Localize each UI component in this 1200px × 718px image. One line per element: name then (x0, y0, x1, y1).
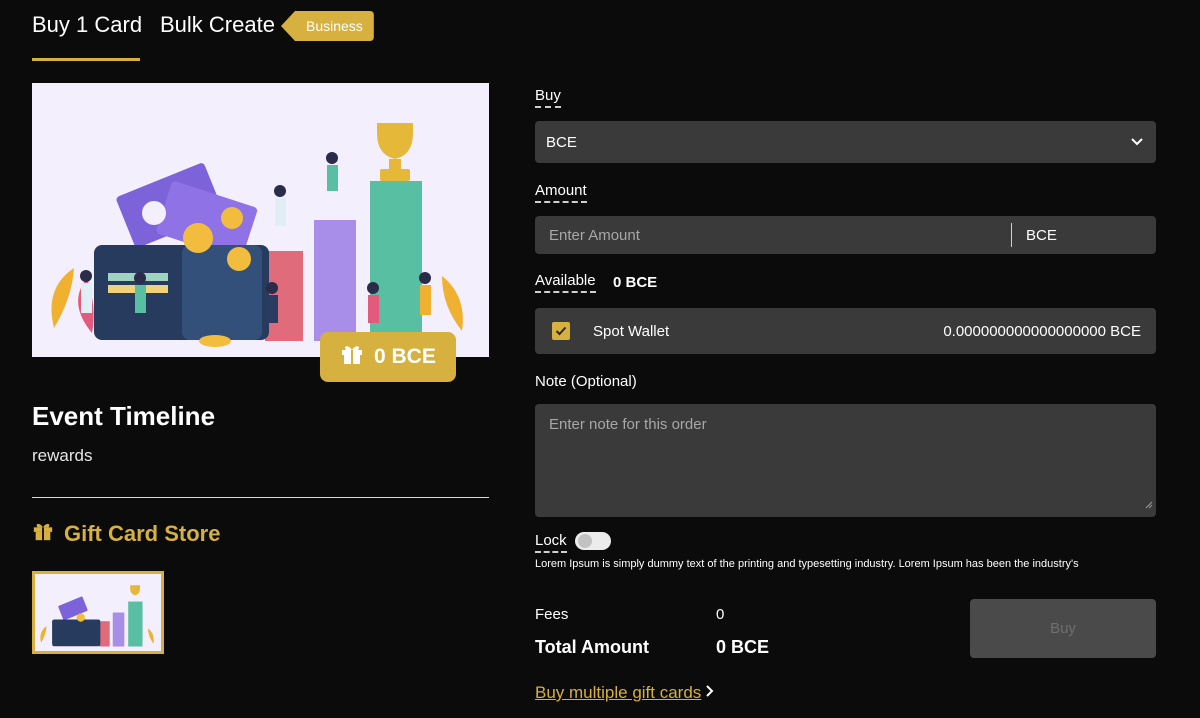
business-badge: Business (281, 11, 374, 41)
thumbnail-illustration (40, 585, 154, 647)
card-subtitle: rewards (32, 446, 93, 465)
wallet-checkbox[interactable] (552, 322, 570, 340)
lock-description: Lorem Ipsum is simply dummy text of the … (535, 558, 1079, 570)
chevron-right-icon (705, 684, 715, 702)
total-amount-label: Total Amount (535, 637, 649, 657)
store-card-thumbnail[interactable] (32, 571, 164, 654)
available-label: Available (535, 272, 596, 293)
currency-select[interactable]: BCE (535, 121, 1156, 163)
resize-handle-icon[interactable] (1144, 496, 1153, 514)
gift-icon (340, 342, 364, 372)
amount-label: Amount (535, 182, 587, 203)
buy-button[interactable]: Buy (970, 599, 1156, 658)
amount-unit: BCE (1026, 227, 1057, 244)
check-icon (555, 326, 567, 336)
buy-multiple-link-row[interactable]: Buy multiple gift cards (535, 683, 715, 703)
wallet-name: Spot Wallet (593, 323, 670, 340)
available-value: 0 BCE (613, 274, 658, 291)
note-placeholder: Enter note for this order (549, 416, 707, 433)
tab-bulk-create[interactable]: Bulk Create (160, 12, 275, 38)
note-label: Note (Optional) (535, 373, 637, 390)
card-title: Event Timeline (32, 401, 216, 431)
currency-selected-value: BCE (546, 134, 577, 151)
gift-card-store-heading: Gift Card Store (32, 520, 220, 548)
amount-field: Enter Amount BCE (535, 216, 1156, 254)
active-tab-indicator (32, 58, 140, 61)
lock-toggle[interactable] (575, 532, 611, 550)
gift-amount-value: 0 BCE (374, 345, 436, 368)
note-textarea[interactable]: Enter note for this order (535, 404, 1156, 517)
fees-label: Fees (535, 606, 569, 623)
wallet-trophy-illustration (51, 123, 463, 347)
fees-value: 0 (716, 606, 725, 623)
store-label: Gift Card Store (64, 521, 221, 546)
lock-label: Lock (535, 532, 567, 553)
chevron-down-icon (1130, 135, 1144, 154)
toggle-knob (578, 534, 592, 548)
total-amount-value: 0 BCE (716, 637, 770, 657)
amount-separator (1011, 223, 1012, 247)
wallet-balance: 0.000000000000000000 BCE (943, 323, 1141, 340)
buy-label: Buy (535, 87, 561, 108)
tab-buy-1-card[interactable]: Buy 1 Card (32, 12, 142, 38)
gift-amount-pill: 0 BCE (320, 332, 456, 382)
spot-wallet-row[interactable]: Spot Wallet 0.000000000000000000 BCE (535, 308, 1156, 354)
buy-multiple-link[interactable]: Buy multiple gift cards (535, 683, 701, 703)
divider (32, 497, 489, 498)
amount-input[interactable]: Enter Amount (549, 227, 640, 244)
gift-card-image (32, 83, 489, 357)
gift-icon (32, 520, 54, 548)
